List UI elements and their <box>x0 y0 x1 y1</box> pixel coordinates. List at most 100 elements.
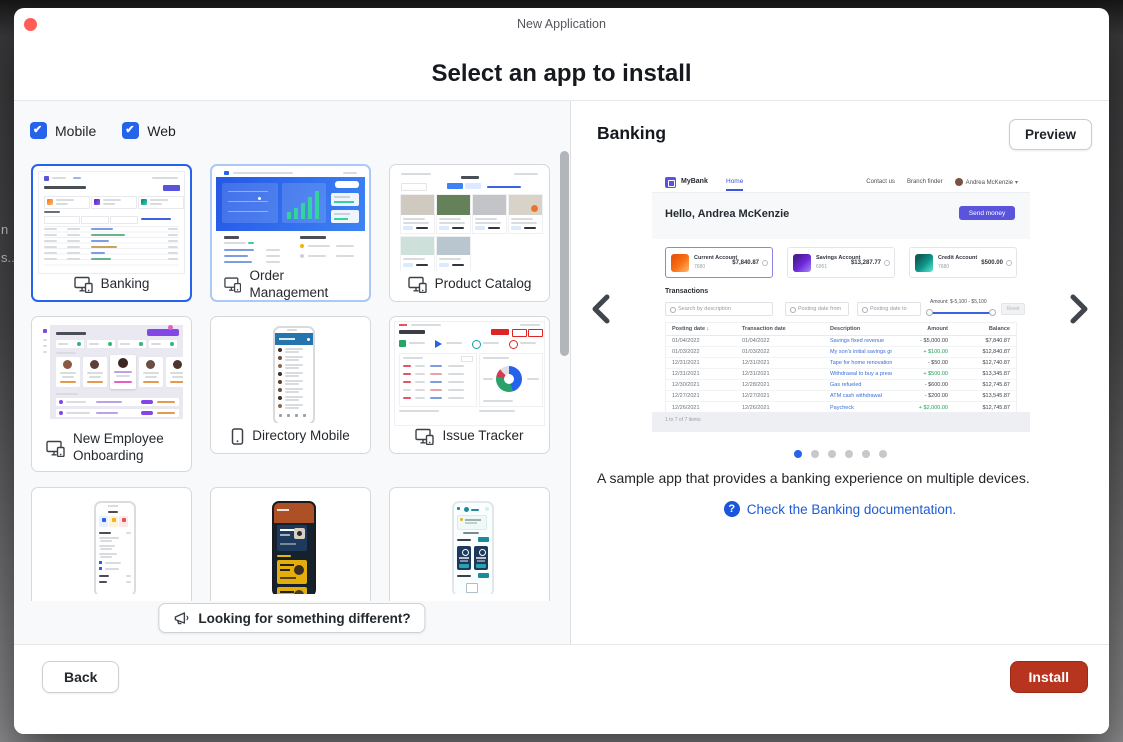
app-card-label: Directory Mobile <box>211 420 370 453</box>
table-header-row: Posting date ↓Transaction dateDescriptio… <box>666 323 1016 336</box>
app-card-directory-mobile[interactable]: Directory Mobile <box>210 316 371 454</box>
directory-mobile-thumbnail <box>216 322 365 423</box>
product-catalog-thumbnail <box>395 170 544 271</box>
carousel-dot[interactable] <box>862 450 870 458</box>
devices-icon <box>74 276 93 293</box>
devices-icon <box>408 276 427 293</box>
devices-icon <box>415 428 434 445</box>
info-icon <box>762 260 768 266</box>
app-card-label: Issue Tracker <box>390 420 549 453</box>
banking-thumbnail <box>38 171 185 274</box>
app-thumbnail <box>37 493 186 594</box>
detail-title: Banking <box>597 123 666 144</box>
preview-navbar: MyBank Home Contact us Branch finder And… <box>652 172 1030 193</box>
install-button[interactable]: Install <box>1010 661 1088 693</box>
reset-button: Reset <box>1001 303 1025 315</box>
new-application-dialog: New Application Select an app to install… <box>14 8 1109 734</box>
table-row: 12/31/202112/31/2021Withdrawal to buy a … <box>666 369 1016 380</box>
credit-account-icon <box>915 254 933 272</box>
preview-nav-contact: Contact us <box>866 179 895 185</box>
devices-icon <box>46 440 65 457</box>
send-money-button: Send money <box>959 206 1015 220</box>
app-card-issue-tracker[interactable]: Issue Tracker <box>389 316 550 454</box>
app-card-order-management[interactable]: Order Management <box>210 164 371 302</box>
back-button[interactable]: Back <box>42 661 119 693</box>
preview-nav-branch: Branch finder <box>907 179 943 185</box>
filter-mobile-label: Mobile <box>55 123 96 139</box>
current-account-card: Current Account 7680 $7,840.87 <box>665 247 773 278</box>
app-preview-image: MyBank Home Contact us Branch finder And… <box>652 172 1030 432</box>
dialog-content: Mobile Web <box>14 100 1109 646</box>
devices-icon <box>224 276 241 293</box>
carousel-dot[interactable] <box>845 450 853 458</box>
carousel-dots <box>571 450 1109 458</box>
savings-account-card: Savings Account 6951 $13,287.77 <box>787 247 895 278</box>
savings-account-icon <box>793 254 811 272</box>
mybank-logo-icon <box>665 177 676 188</box>
platform-filters: Mobile Web <box>30 122 176 139</box>
app-list-panel: Mobile Web <box>14 101 571 646</box>
app-card-partial-1[interactable] <box>31 487 192 601</box>
carousel-dot[interactable] <box>828 450 836 458</box>
date-from-input: Posting date from <box>785 302 849 316</box>
app-card-new-employee-onboarding[interactable]: New Employee Onboarding <box>31 316 192 472</box>
dialog-titlebar: New Application <box>14 8 1109 42</box>
issue-tracker-thumbnail <box>394 321 545 426</box>
preview-button[interactable]: Preview <box>1009 119 1092 150</box>
order-management-thumbnail <box>216 170 365 273</box>
app-card-partial-2[interactable] <box>210 487 371 601</box>
looking-for-something-different-button[interactable]: Looking for something different? <box>158 603 425 633</box>
app-detail-panel: Banking Preview MyBank Home Contact us B… <box>571 101 1109 646</box>
app-thumbnail <box>395 493 544 594</box>
preview-nav-user: Andrea McKenzie <box>966 179 1018 186</box>
app-card-label: Order Management <box>212 269 369 300</box>
credit-account-card: Credit Account 7680 $500.00 <box>909 247 1017 278</box>
carousel-dot[interactable] <box>879 450 887 458</box>
table-row: 01/03/202201/03/2022My son's initial sav… <box>666 347 1016 358</box>
amount-range-label: Amount: $-5,100 - $5,100 <box>930 299 987 305</box>
app-grid: Banking <box>31 164 558 601</box>
app-card-label: New Employee Onboarding <box>32 425 191 471</box>
carousel-previous-button[interactable] <box>583 287 619 331</box>
table-row: 12/31/202112/31/2021Tape for home renova… <box>666 358 1016 369</box>
filter-web-checkbox[interactable]: Web <box>122 122 176 139</box>
app-description: A sample app that provides a banking exp… <box>597 470 1089 486</box>
scrollbar[interactable] <box>560 151 569 356</box>
carousel-next-button[interactable] <box>1061 287 1097 331</box>
help-icon: ? <box>724 501 740 517</box>
app-card-product-catalog[interactable]: Product Catalog <box>389 164 550 302</box>
amount-range-slider <box>930 312 992 314</box>
checkbox-checked-icon <box>30 122 47 139</box>
info-icon <box>884 260 890 266</box>
search-input: Search by description <box>665 302 773 316</box>
filter-web-label: Web <box>147 123 176 139</box>
carousel-dot[interactable] <box>811 450 819 458</box>
documentation-link[interactable]: ? Check the Banking documentation. <box>571 501 1109 517</box>
dialog-footer: Back Install <box>14 644 1109 734</box>
new-employee-onboarding-thumbnail <box>40 325 183 419</box>
chevron-left-icon <box>590 294 612 324</box>
preview-footer-strip: 1 to 7 of 7 items <box>652 412 1030 432</box>
phone-icon <box>231 428 244 445</box>
pagination-status: 1 to 7 of 7 items <box>665 417 701 423</box>
transactions-table: Posting date ↓Transaction dateDescriptio… <box>665 322 1017 414</box>
preview-greeting: Hello, Andrea McKenzie <box>665 208 789 220</box>
chevron-right-icon <box>1068 294 1090 324</box>
table-row: 01/04/202201/04/2022Savings fixed revenu… <box>666 336 1016 347</box>
megaphone-icon <box>173 611 190 626</box>
app-card-banking[interactable]: Banking <box>31 164 192 302</box>
table-row: 12/30/202112/28/2021Gas refueled- $600.0… <box>666 380 1016 391</box>
filter-mobile-checkbox[interactable]: Mobile <box>30 122 96 139</box>
window-title: New Application <box>14 17 1109 31</box>
carousel-dot[interactable] <box>794 450 802 458</box>
app-card-label: Product Catalog <box>390 268 549 301</box>
preview-nav-home: Home <box>726 178 743 191</box>
background-app-text: n <box>1 222 8 237</box>
info-icon <box>1006 260 1012 266</box>
app-card-partial-3[interactable] <box>389 487 550 601</box>
app-card-label: Banking <box>33 269 190 300</box>
transactions-title: Transactions <box>665 288 708 295</box>
app-thumbnail <box>216 493 365 594</box>
page-title: Select an app to install <box>14 60 1109 88</box>
date-to-input: Posting date to <box>857 302 921 316</box>
